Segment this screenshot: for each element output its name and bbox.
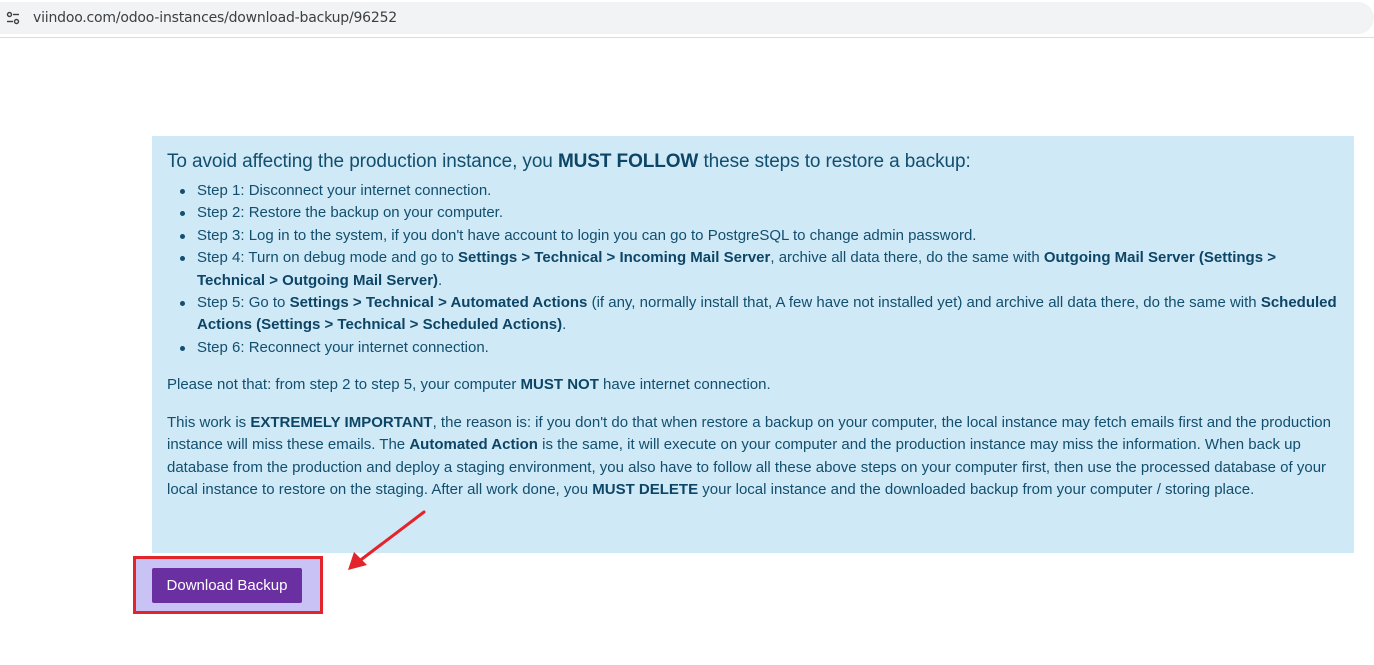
download-backup-button[interactable]: Download Backup (152, 568, 302, 603)
step-5-emphasis: Settings > Technical > Automated Actions (289, 294, 588, 312)
warning-emphasis: MUST DELETE (592, 481, 699, 499)
warning-emphasis: EXTREMELY IMPORTANT (250, 413, 433, 431)
headline-text: To avoid affecting the production instan… (167, 151, 558, 172)
step-5-text: Step 5: Go to (197, 294, 290, 312)
note-text: Please not that: from step 2 to step 5, … (167, 376, 521, 394)
annotation-arrow-icon (348, 510, 426, 570)
step-item-1: Step 1: Disconnect your internet connect… (180, 180, 1339, 202)
step-4-text: Step 4: Turn on debug mode and go to (197, 249, 459, 267)
importance-warning: This work is EXTREMELY IMPORTANT, the re… (167, 412, 1339, 502)
step-item-2: Step 2: Restore the backup on your compu… (180, 202, 1339, 224)
step-6-text: Step 6: Reconnect your internet connecti… (197, 338, 489, 356)
note-text: have internet connection. (598, 376, 771, 394)
internet-note: Please not that: from step 2 to step 5, … (167, 374, 1339, 397)
browser-address-bar: viindoo.com/odoo-instances/download-back… (0, 0, 1374, 38)
note-emphasis: MUST NOT (520, 376, 599, 394)
step-1-text: Step 1: Disconnect your internet connect… (197, 182, 492, 199)
steps-list: Step 1: Disconnect your internet connect… (180, 180, 1339, 359)
headline-text-end: these steps to restore a backup: (698, 151, 971, 172)
url-text[interactable]: viindoo.com/odoo-instances/download-back… (33, 10, 397, 26)
warning-emphasis: Automated Action (409, 436, 538, 454)
step-5-text: (if any, normally install that, A few ha… (587, 294, 1261, 312)
warning-text: This work is (167, 413, 251, 431)
restore-instructions-panel: To avoid affecting the production instan… (152, 136, 1354, 553)
step-item-3: Step 3: Log in to the system, if you don… (180, 225, 1339, 247)
site-settings-icon[interactable] (6, 11, 20, 25)
step-4-emphasis: Settings > Technical > Incoming Mail Ser… (458, 249, 771, 267)
step-2-text: Step 2: Restore the backup on your compu… (197, 204, 504, 222)
step-item-4: Step 4: Turn on debug mode and go to Set… (180, 247, 1339, 292)
instructions-headline: To avoid affecting the production instan… (167, 150, 1339, 174)
step-4-text: , archive all data there, do the same wi… (770, 249, 1044, 267)
headline-emphasis: MUST FOLLOW (557, 151, 699, 172)
warning-text: your local instance and the downloaded b… (698, 481, 1255, 499)
step-4-text: . (438, 271, 443, 289)
url-field[interactable]: viindoo.com/odoo-instances/download-back… (0, 2, 1374, 34)
step-item-6: Step 6: Reconnect your internet connecti… (180, 337, 1339, 359)
step-5-text: . (562, 316, 567, 334)
step-item-5: Step 5: Go to Settings > Technical > Aut… (180, 292, 1339, 337)
step-3-text: Step 3: Log in to the system, if you don… (197, 226, 977, 244)
